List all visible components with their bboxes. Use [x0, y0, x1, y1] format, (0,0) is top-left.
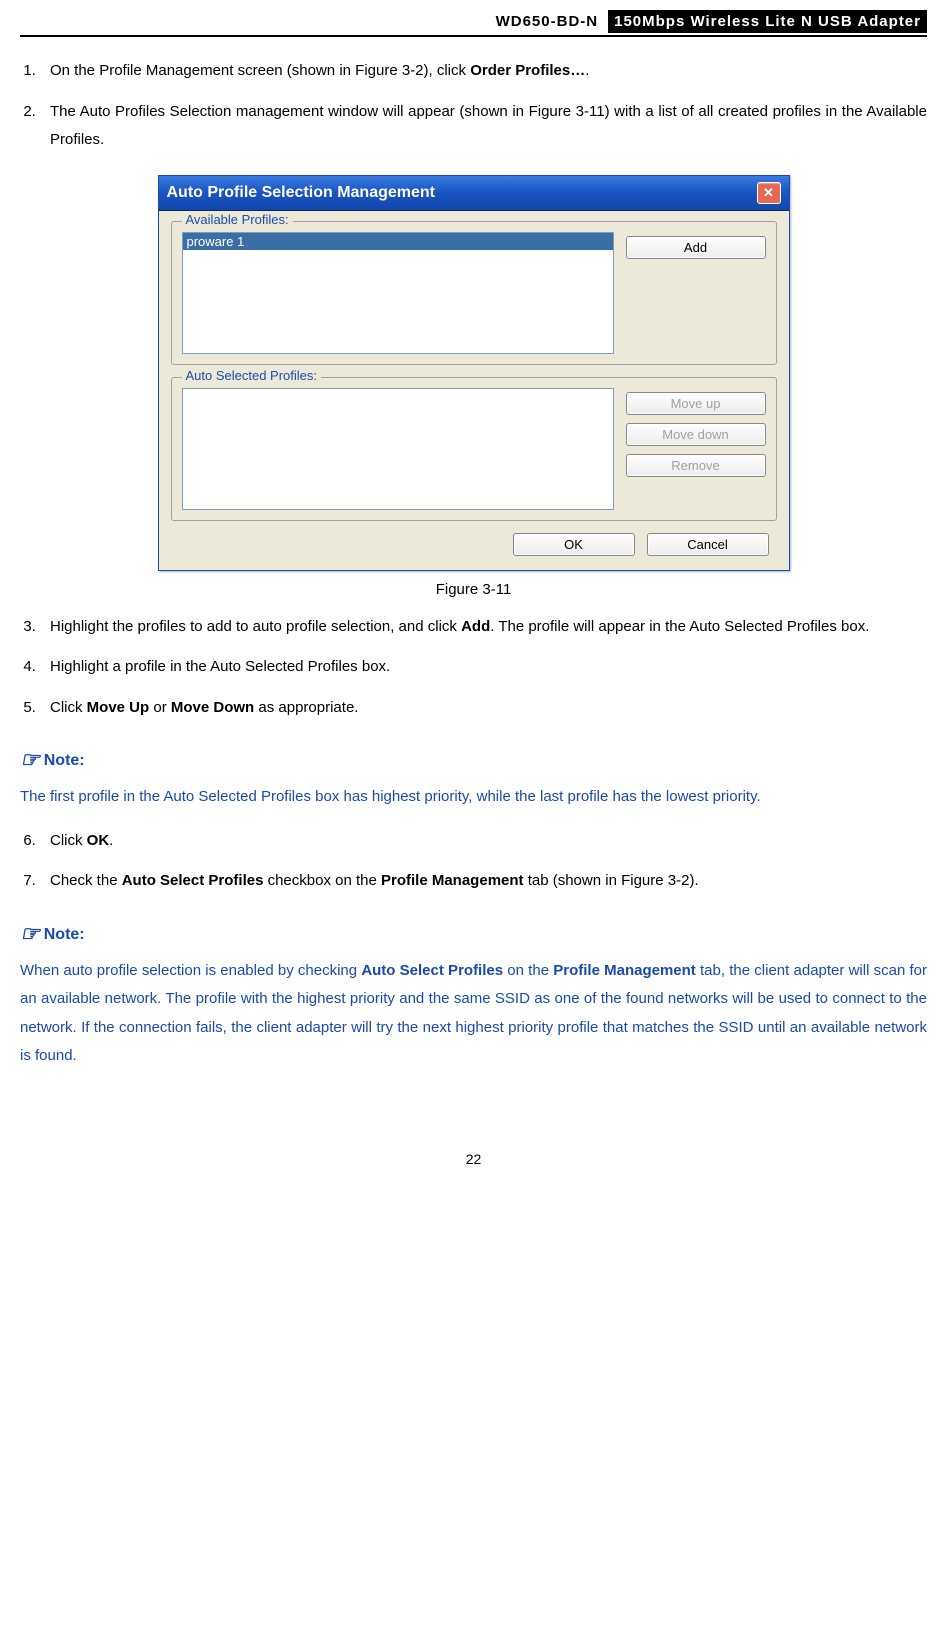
step-7-mid: checkbox on the: [263, 872, 381, 889]
figure-3-11: Auto Profile Selection Management ✕ Avai…: [20, 175, 927, 571]
step-1-post: .: [585, 62, 589, 79]
available-profiles-group: Available Profiles: proware 1 Add: [171, 221, 777, 365]
step-7-bold: Auto Select Profiles: [122, 872, 264, 889]
step-7-pre: Check the: [50, 872, 122, 889]
dialog-titlebar: Auto Profile Selection Management ✕: [159, 176, 789, 211]
remove-button[interactable]: Remove: [626, 454, 766, 477]
dialog-body: Available Profiles: proware 1 Add Auto S…: [159, 211, 789, 570]
step-3-bold: Add: [461, 618, 490, 635]
figure-caption: Figure 3-11: [20, 581, 927, 598]
step-4-text: Highlight a profile in the Auto Selected…: [50, 658, 390, 675]
note-1-body: The first profile in the Auto Selected P…: [20, 783, 927, 812]
list-item[interactable]: proware 1: [183, 233, 613, 250]
pointing-hand-icon: ☞: [20, 747, 40, 772]
step-6-post: .: [109, 832, 113, 849]
step-7: Check the Auto Select Profiles checkbox …: [40, 867, 927, 896]
step-7-bold2: Profile Management: [381, 872, 524, 889]
step-5-bold2: Move Down: [171, 699, 254, 716]
steps-list-c: Click OK. Check the Auto Select Profiles…: [20, 827, 927, 896]
step-3-post: . The profile will appear in the Auto Se…: [490, 618, 869, 635]
add-button[interactable]: Add: [626, 236, 766, 259]
dialog-title: Auto Profile Selection Management: [167, 184, 435, 202]
auto-selected-listbox[interactable]: [182, 388, 614, 510]
auto-profile-dialog: Auto Profile Selection Management ✕ Avai…: [158, 175, 790, 571]
note-2-body: When auto profile selection is enabled b…: [20, 957, 927, 1071]
note-2-p0: When auto profile selection is enabled b…: [20, 962, 361, 979]
step-5-bold: Move Up: [87, 699, 150, 716]
step-7-post: tab (shown in Figure 3-2).: [524, 872, 699, 889]
product-desc: 150Mbps Wireless Lite N USB Adapter: [608, 10, 927, 33]
note-1-label: Note:: [44, 752, 85, 769]
note-2-b0: Auto Select Profiles: [361, 962, 503, 979]
note-2-b1: Profile Management: [553, 962, 696, 979]
ok-button[interactable]: OK: [513, 533, 635, 556]
step-1-bold: Order Profiles…: [470, 62, 585, 79]
step-6-pre: Click: [50, 832, 87, 849]
available-profiles-label: Available Profiles:: [182, 212, 293, 227]
step-5-pre: Click: [50, 699, 87, 716]
step-2: The Auto Profiles Selection management w…: [40, 98, 927, 155]
step-2-text: The Auto Profiles Selection management w…: [50, 103, 927, 149]
page-number: 22: [20, 1151, 927, 1167]
close-button[interactable]: ✕: [757, 182, 781, 204]
step-3: Highlight the profiles to add to auto pr…: [40, 613, 927, 642]
page-header: WD650-BD-N 150Mbps Wireless Lite N USB A…: [20, 10, 927, 37]
note-1-heading: ☞Note:: [20, 747, 927, 773]
move-up-button[interactable]: Move up: [626, 392, 766, 415]
note-2-label: Note:: [44, 926, 85, 943]
step-4: Highlight a profile in the Auto Selected…: [40, 653, 927, 682]
step-5-post: as appropriate.: [254, 699, 358, 716]
close-icon: ✕: [763, 185, 774, 201]
note-2-p1: on the: [503, 962, 553, 979]
note-2-heading: ☞Note:: [20, 921, 927, 947]
step-1-pre: On the Profile Management screen (shown …: [50, 62, 470, 79]
pointing-hand-icon: ☞: [20, 921, 40, 946]
available-profiles-listbox[interactable]: proware 1: [182, 232, 614, 354]
step-6-bold: OK: [87, 832, 110, 849]
auto-selected-profiles-label: Auto Selected Profiles:: [182, 368, 322, 383]
steps-list-b: Highlight the profiles to add to auto pr…: [20, 613, 927, 723]
step-6: Click OK.: [40, 827, 927, 856]
auto-selected-profiles-group: Auto Selected Profiles: Move up Move dow…: [171, 377, 777, 521]
step-5: Click Move Up or Move Down as appropriat…: [40, 694, 927, 723]
step-1: On the Profile Management screen (shown …: [40, 57, 927, 86]
cancel-button[interactable]: Cancel: [647, 533, 769, 556]
steps-list-a: On the Profile Management screen (shown …: [20, 57, 927, 155]
step-5-mid: or: [149, 699, 171, 716]
product-name: WD650-BD-N: [496, 13, 599, 30]
step-3-pre: Highlight the profiles to add to auto pr…: [50, 618, 461, 635]
move-down-button[interactable]: Move down: [626, 423, 766, 446]
